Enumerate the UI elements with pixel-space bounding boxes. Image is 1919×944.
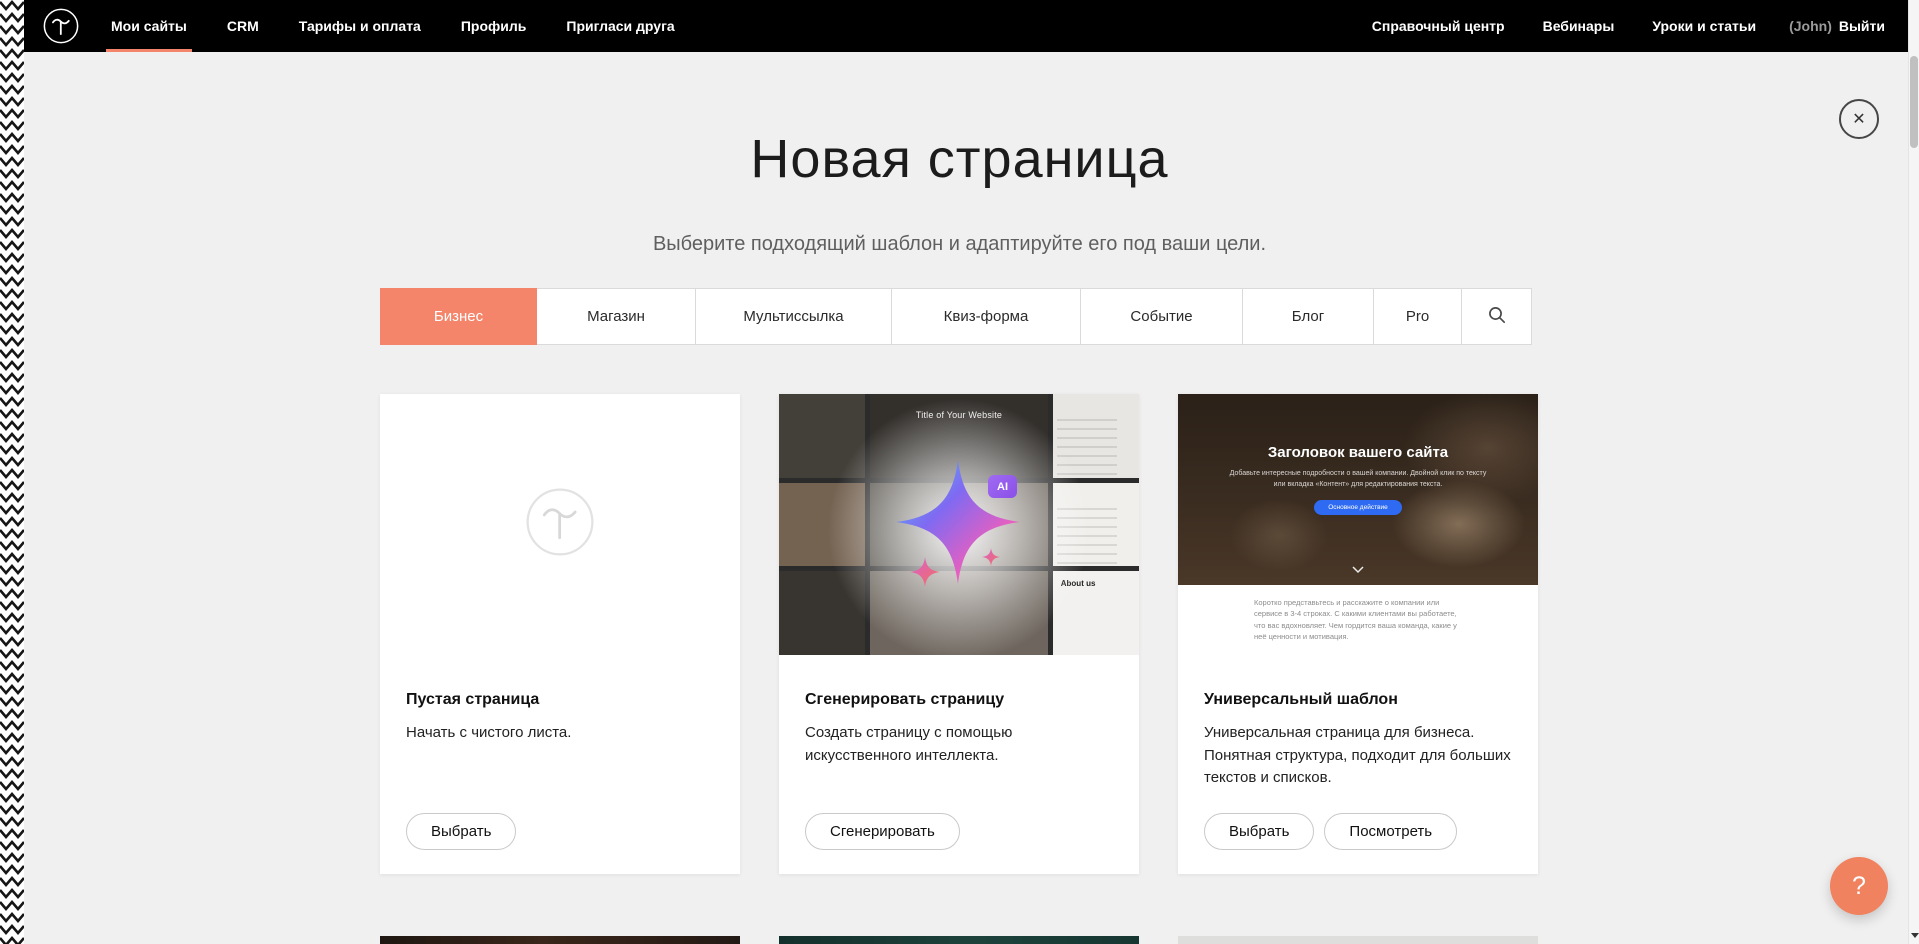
card-preview-partial [380, 936, 740, 944]
card-actions: Выбрать [406, 813, 516, 850]
universal-template-preview: Заголовок вашего сайта Добавьте интересн… [1178, 394, 1538, 655]
tilda-app: Мои сайты CRM Тарифы и оплата Профиль Пр… [0, 0, 1919, 944]
zigzag-pattern-strip [0, 0, 24, 944]
tab-business[interactable]: Бизнес [380, 288, 537, 345]
question-mark-icon: ? [1852, 872, 1866, 901]
tilda-watermark-icon [523, 485, 597, 564]
card-description: Начать с чистого листа. [406, 722, 714, 745]
template-cta-button: Основное действие [1314, 500, 1402, 515]
card-description: Универсальная страница для бизнеса. Поня… [1204, 722, 1512, 790]
card-actions: Сгенерировать [805, 813, 960, 850]
scrollbar[interactable] [1908, 0, 1919, 944]
nav-help-center[interactable]: Справочный центр [1367, 0, 1510, 52]
tab-search[interactable] [1461, 288, 1532, 345]
help-button[interactable]: ? [1830, 857, 1888, 915]
card-title: Универсальный шаблон [1204, 691, 1512, 709]
collage-tile [1053, 483, 1139, 567]
tab-shop[interactable]: Магазин [536, 288, 696, 345]
page-title: Новая страница [0, 128, 1919, 190]
choose-blank-button[interactable]: Выбрать [406, 813, 516, 850]
chevron-down-icon [1352, 561, 1364, 579]
search-icon [1488, 306, 1506, 328]
top-navigation-bar: Мои сайты CRM Тарифы и оплата Профиль Пр… [0, 0, 1919, 52]
tab-event[interactable]: Событие [1080, 288, 1243, 345]
ai-sparkle-small-icon [910, 557, 940, 587]
tab-multilink[interactable]: Мультиссылка [695, 288, 892, 345]
collage-tile [779, 394, 865, 478]
template-cards-row-2 [380, 936, 1539, 944]
close-modal-button[interactable]: ✕ [1839, 99, 1879, 139]
template-hero-heading: Заголовок вашего сайта [1178, 394, 1538, 461]
nav-profile[interactable]: Профиль [456, 0, 532, 52]
nav-my-sites[interactable]: Мои сайты [106, 0, 192, 52]
ai-badge: AI [988, 475, 1017, 498]
nav-invite-friend[interactable]: Пригласи друга [561, 0, 679, 52]
card-title: Пустая страница [406, 691, 714, 709]
choose-template-button[interactable]: Выбрать [1204, 813, 1314, 850]
template-text-section: Коротко представьтесь и расскажите о ком… [1178, 585, 1538, 655]
scrollbar-down-arrow[interactable] [1909, 929, 1919, 941]
card-ai-generate: Title of Your Website About us [779, 394, 1139, 874]
tab-blog[interactable]: Блог [1242, 288, 1374, 345]
page-subtitle: Выберите подходящий шаблон и адаптируйте… [0, 233, 1919, 256]
collage-tile [779, 483, 865, 567]
nav-crm[interactable]: CRM [222, 0, 264, 52]
ai-generate-preview: Title of Your Website About us [779, 394, 1139, 655]
template-cards-grid: Пустая страница Начать с чистого листа. … [380, 394, 1539, 874]
blank-page-preview [380, 394, 740, 655]
close-icon: ✕ [1852, 109, 1865, 129]
nav-lessons[interactable]: Уроки и статьи [1647, 0, 1761, 52]
card-actions: Выбрать Посмотреть [1204, 813, 1457, 850]
template-hero-subtext: Добавьте интересные подробности о вашей … [1227, 468, 1489, 490]
user-block: (John) Выйти [1789, 18, 1885, 34]
card-universal-template: Заголовок вашего сайта Добавьте интересн… [1178, 394, 1538, 874]
ai-sparkle-tiny-icon [982, 548, 1000, 566]
template-category-tabs: Бизнес Магазин Мультиссылка Квиз-форма С… [380, 288, 1539, 345]
card-blank-page: Пустая страница Начать с чистого листа. … [380, 394, 740, 874]
logout-link[interactable]: Выйти [1839, 18, 1885, 34]
user-name: (John) [1789, 18, 1832, 34]
main-nav: Мои сайты CRM Тарифы и оплата Профиль Пр… [106, 0, 680, 52]
scrollbar-thumb[interactable] [1910, 56, 1918, 148]
secondary-nav: Справочный центр Вебинары Уроки и статьи… [1367, 0, 1885, 52]
tab-quiz-form[interactable]: Квиз-форма [891, 288, 1081, 345]
template-hero-section: Заголовок вашего сайта Добавьте интересн… [1178, 394, 1538, 585]
collage-tile [1053, 394, 1139, 478]
view-template-button[interactable]: Посмотреть [1324, 813, 1457, 850]
nav-webinars[interactable]: Вебинары [1538, 0, 1620, 52]
generate-button[interactable]: Сгенерировать [805, 813, 960, 850]
collage-tile [779, 571, 865, 655]
nav-tariffs[interactable]: Тарифы и оплата [294, 0, 426, 52]
card-title: Сгенерировать страницу [805, 691, 1113, 709]
template-body-text: Коротко представьтесь и расскажите о ком… [1254, 597, 1462, 642]
collage-tile-about: About us [1053, 571, 1139, 655]
card-preview-partial [779, 936, 1139, 944]
card-preview-partial [1178, 936, 1538, 944]
tab-pro[interactable]: Pro [1373, 288, 1462, 345]
tilda-logo-icon[interactable] [42, 7, 80, 45]
card-description: Создать страницу с помощью искусственног… [805, 722, 1113, 767]
